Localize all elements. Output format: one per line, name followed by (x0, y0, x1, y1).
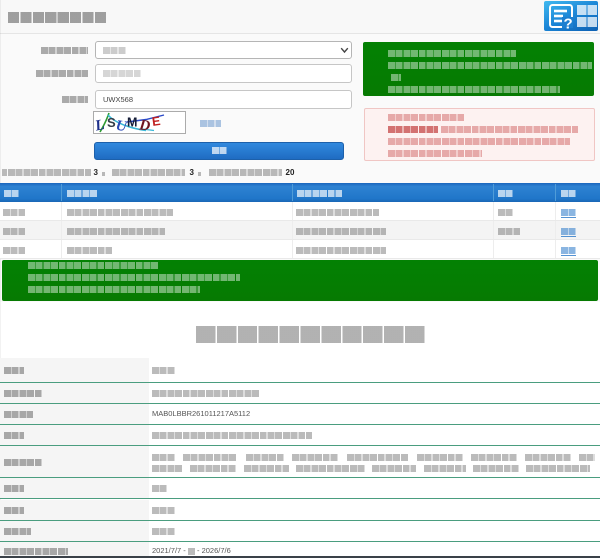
svg-text:L: L (94, 117, 106, 133)
svg-text:M: M (127, 116, 137, 130)
svg-text:D: D (137, 118, 151, 134)
svg-text:?: ? (564, 16, 573, 31)
